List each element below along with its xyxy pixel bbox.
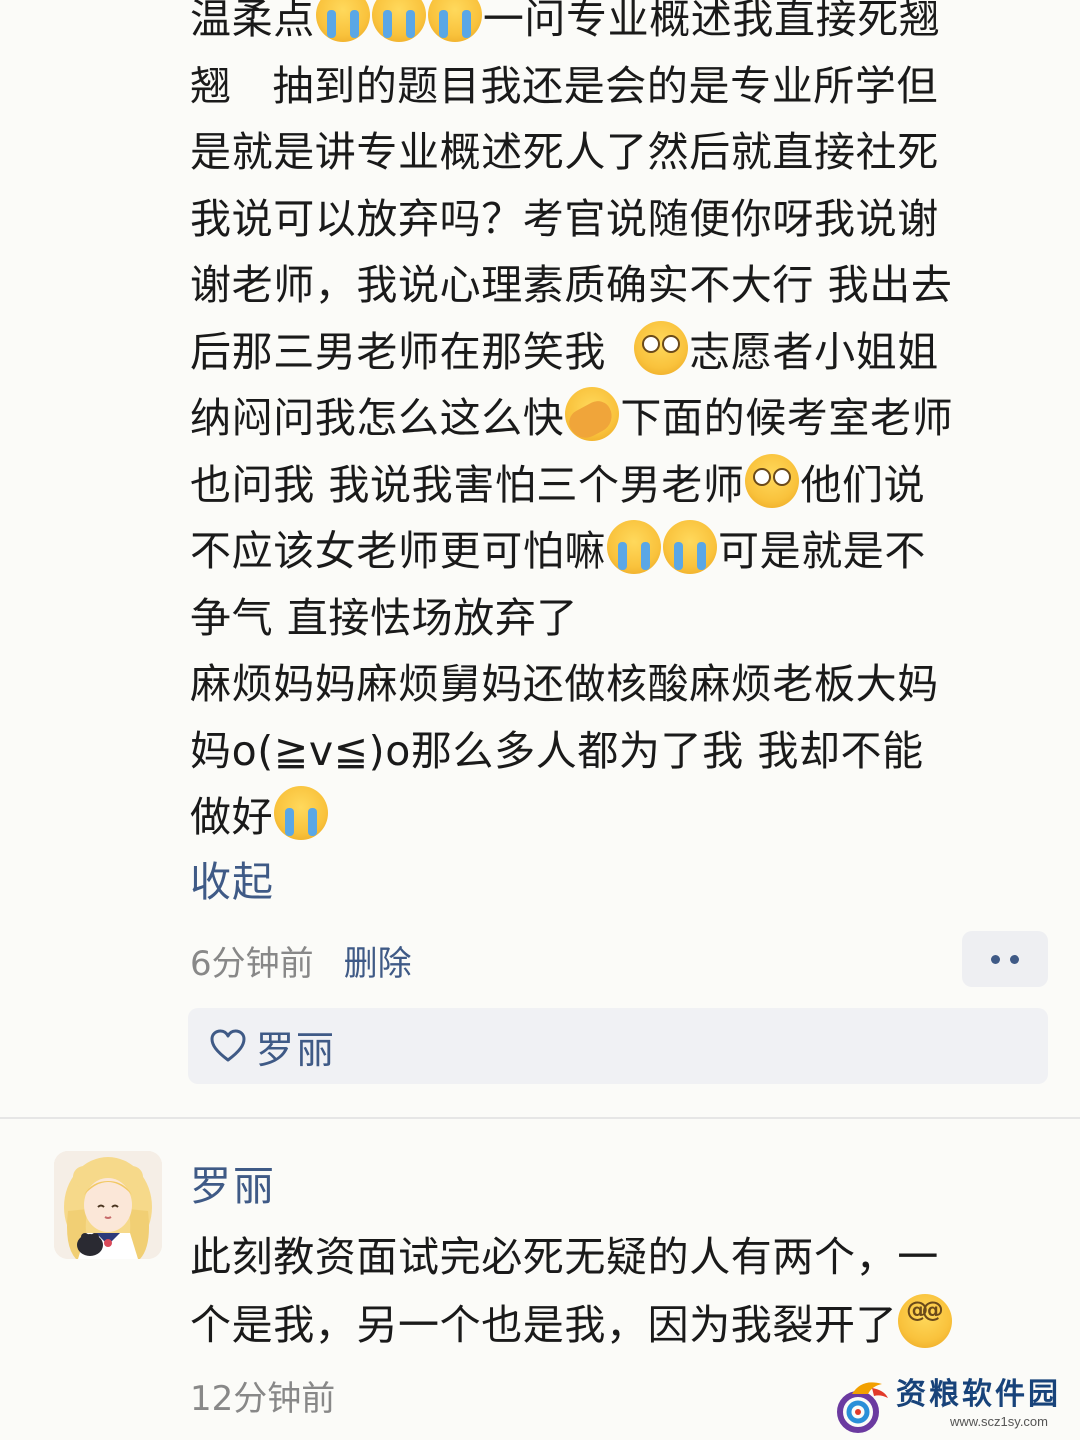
comment-timestamp: 12分钟前 bbox=[190, 1379, 336, 1419]
comment-body: 此刻教资面试完必死无疑的人有两个，一 个是我，另一个也是我，因为我裂开了 bbox=[190, 1223, 1040, 1359]
comment-text: 个是我，另一个也是我，因为我裂开了 bbox=[190, 1301, 898, 1349]
post-line: 翘 抽到的题目我还是会的是专业所学但 bbox=[190, 53, 1040, 120]
watermark: 资粮软件园 www.scz1sy.com bbox=[832, 1376, 1076, 1436]
comment-line: 个是我，另一个也是我，因为我裂开了 bbox=[190, 1291, 1040, 1359]
more-dots-icon bbox=[1010, 954, 1019, 964]
loudly-crying-face-icon bbox=[371, 0, 426, 42]
commenter-avatar[interactable] bbox=[54, 1151, 162, 1259]
post-body: 温柔点 一问专业概述我直接死翘翘 抽到的题目我还是会的是专业所学但 是就是讲专业概述… bbox=[190, 0, 1040, 851]
likes-box: 罗丽 bbox=[188, 1008, 1048, 1084]
post-text: 纳闷问我怎么这么快 bbox=[190, 394, 565, 442]
post-text: 志愿者小姐姐 bbox=[689, 327, 939, 376]
anime-girl-avatar bbox=[54, 1151, 162, 1259]
post-line: 做好 bbox=[190, 784, 1040, 851]
post-line: 纳闷问我怎么这么快 下面的候考室老师 bbox=[190, 385, 1040, 452]
loudly-crying-face-icon bbox=[315, 0, 370, 42]
post-line: 是就是讲专业概述死人了然后就直接社死 bbox=[190, 119, 1040, 186]
watermark-text: 资粮软件园 bbox=[896, 1377, 1061, 1412]
crying-face-icon bbox=[634, 320, 689, 375]
post-text: 是就是讲专业概述死人了然后就直接社死 bbox=[190, 128, 939, 176]
heart-icon[interactable] bbox=[210, 1028, 246, 1064]
post-text: 我说可以放弃吗？考官说随便你呀我说谢 bbox=[190, 194, 939, 243]
divider bbox=[0, 1117, 1080, 1119]
watermark-url: www.scz1sy.com bbox=[950, 1414, 1048, 1429]
dizzy-face-icon bbox=[898, 1294, 953, 1348]
post-text: 做好 bbox=[190, 793, 274, 841]
post-text: 翘 抽到的题目我还是会的是专业所学但 bbox=[190, 61, 939, 110]
comment-text: 此刻教资面试完必死无疑的人有两个，一 bbox=[190, 1233, 939, 1281]
delete-button[interactable]: 删除 bbox=[344, 936, 412, 985]
post-text: 温柔点 bbox=[190, 0, 315, 43]
loudly-crying-face-icon bbox=[663, 520, 717, 574]
post-text: 也问我 我说我害怕三个男老师 bbox=[190, 460, 745, 509]
post-line: 争气 直接怯场放弃了 bbox=[190, 585, 1040, 652]
more-dots-icon bbox=[991, 954, 1000, 964]
comment-line: 此刻教资面试完必死无疑的人有两个，一 bbox=[190, 1223, 1040, 1291]
post-text: 可是就是不 bbox=[718, 527, 926, 575]
post-text: 他们说 bbox=[800, 460, 926, 509]
post-line: 谢老师，我说心理素质确实不大行 我出去 bbox=[190, 252, 1040, 319]
loudly-crying-face-icon bbox=[607, 520, 661, 574]
more-options-button[interactable] bbox=[962, 931, 1048, 987]
post-line: 我说可以放弃吗？考官说随便你呀我说谢 bbox=[190, 186, 1040, 253]
watermark-logo bbox=[837, 1382, 888, 1433]
post-line: 后那三男老师在那笑我 志愿者小姐姐 bbox=[190, 319, 1040, 386]
post-text: 谢老师，我说心理素质确实不大行 我出去 bbox=[190, 261, 953, 309]
crying-face-icon bbox=[745, 453, 800, 508]
post-line: 也问我 我说我害怕三个男老师 他们说 bbox=[190, 452, 1040, 519]
post-text: 妈o(≧v≦)o那么多人都为了我 我却不能 bbox=[190, 726, 924, 775]
collapse-link[interactable]: 收起 bbox=[190, 852, 274, 912]
face-palm-icon bbox=[565, 387, 620, 441]
post-line: 不应该女老师更可怕嘛 可是就是不 bbox=[190, 518, 1040, 585]
post-text: 麻烦妈妈麻烦舅妈还做核酸麻烦老板大妈 bbox=[190, 660, 939, 708]
post-timestamp: 6分钟前 bbox=[190, 943, 314, 984]
post-text: 下面的候考室老师 bbox=[620, 394, 954, 442]
post-text: 一问专业概述我直接死翘 bbox=[482, 0, 941, 43]
commenter-name[interactable]: 罗丽 bbox=[190, 1158, 276, 1214]
post-meta: 6分钟前 删除 bbox=[190, 935, 412, 985]
liker-name[interactable]: 罗丽 bbox=[256, 1019, 336, 1074]
post-line: 妈o(≧v≦)o那么多人都为了我 我却不能 bbox=[190, 718, 1040, 785]
post-line: 麻烦妈妈麻烦舅妈还做核酸麻烦老板大妈 bbox=[190, 651, 1040, 718]
loudly-crying-face-icon bbox=[427, 0, 482, 42]
post-text: 后那三男老师在那笑我 bbox=[190, 327, 634, 376]
post-text: 争气 直接怯场放弃了 bbox=[190, 593, 579, 642]
post-line: 温柔点 一问专业概述我直接死翘 bbox=[190, 0, 1040, 53]
post-text: 不应该女老师更可怕嘛 bbox=[190, 527, 606, 575]
loudly-crying-face-icon bbox=[274, 786, 329, 840]
